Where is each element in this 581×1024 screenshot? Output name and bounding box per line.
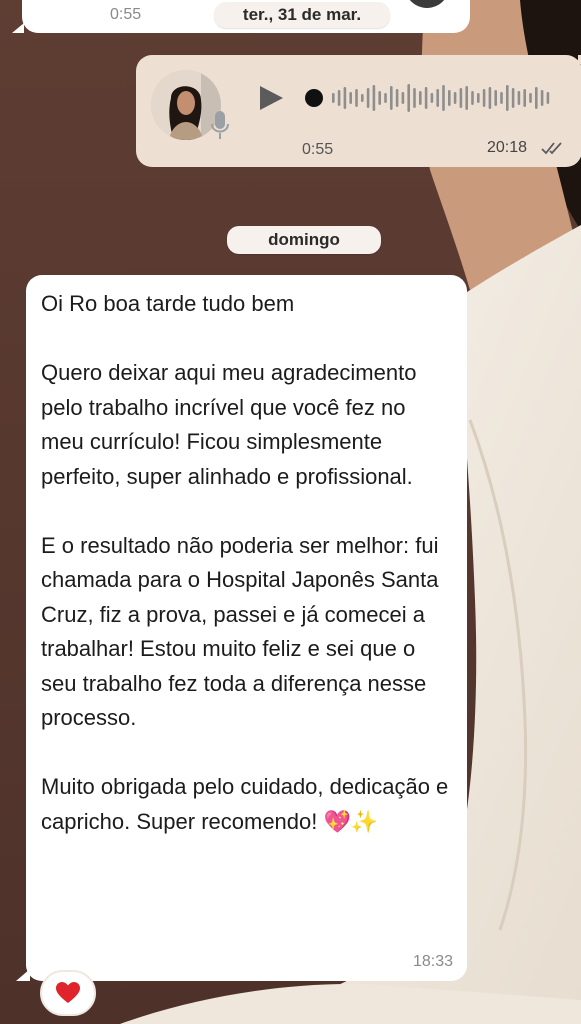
waveform-bar (366, 88, 370, 108)
waveform-bar (540, 90, 544, 106)
waveform-bar (355, 89, 358, 107)
message-paragraph: Muito obrigada pelo cuidado, dedicação e… (41, 770, 451, 840)
waveform-bar (430, 93, 434, 103)
bubble-tail (12, 23, 24, 33)
waveform-bar (390, 86, 393, 110)
waveform-bar (436, 89, 439, 107)
message-paragraph: Oi Ro boa tarde tudo bem (41, 291, 295, 316)
waveform-bar (482, 89, 486, 107)
waveform-bar (448, 90, 451, 106)
message-time: 20:18 (487, 139, 528, 156)
waveform-bar (500, 92, 503, 104)
waveform-bar (337, 90, 341, 106)
waveform-bar (378, 91, 381, 105)
heart-icon (56, 982, 80, 1003)
waveform-bar (424, 87, 428, 109)
message-paragraph: E o resultado não poderia ser melhor: fu… (41, 532, 445, 731)
date-chip: domingo (227, 226, 381, 254)
avatar (404, 0, 450, 8)
voice-duration: 0:55 (110, 6, 142, 23)
waveform-bar (488, 87, 492, 109)
waveform-bar (477, 93, 480, 103)
heart-reaction[interactable] (40, 970, 96, 1016)
waveform-bar (511, 88, 515, 108)
waveform-bar (442, 85, 445, 111)
voice-duration: 0:55 (302, 141, 334, 158)
waveform-bar (332, 93, 335, 103)
waveform-bar (453, 92, 457, 104)
emoji: 💖✨ (323, 809, 379, 835)
message-paragraph: Quero deixar aqui meu agradecimento pelo… (41, 360, 423, 489)
waveform-bar (407, 84, 410, 112)
waveform-bar (494, 90, 497, 106)
waveform-bar (401, 92, 405, 104)
waveform-bar (471, 91, 474, 105)
waveform-bar (465, 86, 468, 110)
waveform-bar (361, 94, 364, 102)
waveform-bar (546, 92, 550, 104)
waveform-bar (529, 93, 532, 103)
waveform-bar (535, 87, 538, 109)
incoming-text-bubble[interactable]: Oi Ro boa tarde tudo bem Quero deixar aq… (16, 275, 467, 981)
waveform-bar (459, 88, 463, 108)
play-icon[interactable] (256, 83, 286, 113)
waveform-bar (517, 91, 521, 105)
waveform-bar (349, 92, 352, 104)
date-chip: ter., 31 de mar. (214, 2, 390, 28)
read-receipt-icon (541, 142, 562, 155)
outgoing-voice-bubble[interactable]: 0:55 20:18 (136, 55, 581, 167)
message-time: 18:33 (412, 953, 453, 970)
waveform-bar (384, 93, 387, 103)
waveform-bar (506, 85, 509, 111)
waveform-bar (419, 91, 422, 105)
audio-waveform[interactable] (304, 79, 556, 117)
microphone-icon (211, 111, 229, 139)
playback-position-dot[interactable] (305, 89, 323, 107)
waveform-bar (413, 88, 416, 108)
message-text: Muito obrigada pelo cuidado, dedicação e… (41, 774, 455, 834)
waveform-bar (523, 89, 526, 107)
waveform-bar (343, 87, 347, 109)
waveform-bar (395, 89, 399, 107)
waveform-bar (372, 85, 376, 111)
bubble-tail (16, 969, 30, 981)
